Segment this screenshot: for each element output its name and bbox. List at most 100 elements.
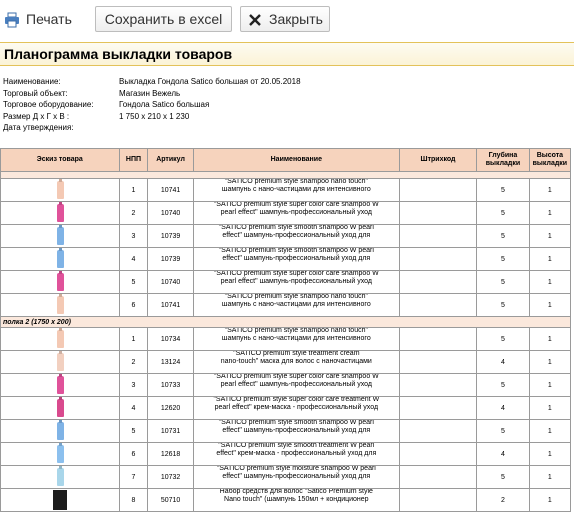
meta-label: Торговый объект: [3,88,68,98]
page-title: Планограмма выкладки товаров [4,46,233,62]
name-text: Набор средств для волос "Satico Premium … [194,488,398,510]
name-line-2: pearl effect" шампунь-профессиональный у… [220,209,373,216]
barcode-cell [398,373,478,397]
barcode-cell [398,178,478,202]
name-cell: "SATICO premium style super color care s… [192,373,400,397]
height-cell: 1 [528,350,572,374]
name-line-2: pearl effect" шампунь-профессиональный у… [220,278,373,285]
meta-label: Размер Д х Г х В : [3,111,70,121]
npp-cell: 4 [118,247,149,271]
name-line-1: "SATICO premium style shampoo nano touch… [224,178,368,186]
product-image [56,445,64,463]
height-cell: 1 [528,224,572,248]
depth-cell: 5 [476,327,530,351]
height-cell: 1 [528,488,572,512]
table-row: 1 10741 "SATICO premium style shampoo nano… [0,178,572,202]
name-text: "SATICO premium style super color care s… [194,375,398,395]
name-line-1: "SATICO premium style shampoo nano touch… [224,293,368,301]
barcode-cell [398,270,478,294]
height-cell: 1 [528,293,572,317]
name-line-1: "SATICO premium style super color care s… [213,270,379,278]
table-row: 6 10741 "SATICO premium style shampoo nano… [0,293,572,317]
npp-cell: 2 [118,201,149,225]
depth-cell: 5 [476,419,530,443]
product-image [52,490,67,510]
name-text: "SATICO premium style smooth shampoo W p… [194,421,398,441]
print-button[interactable]: Печать [0,6,82,32]
name-cell: "SATICO premium style smooth treatment W… [192,442,400,466]
shelf-header-row: полка 2 (1750 х 200) [0,316,571,328]
product-sketch-cell [0,178,120,202]
name-line-1: "SATICO premium style super color care t… [213,396,380,404]
print-label: Печать [26,11,72,27]
name-cell: "SATICO premium style treatment cream nan… [192,350,400,374]
printer-icon [4,11,20,28]
name-text: "SATICO premium style shampoo nano touch… [194,327,398,349]
product-image [56,399,64,417]
article-cell: 10740 [147,270,194,294]
product-sketch-cell [0,350,120,374]
product-sketch-cell [0,224,120,248]
article-cell: 10731 [147,419,194,443]
depth-cell: 4 [476,350,530,374]
column-header: Наименование [192,148,400,172]
barcode-cell [398,293,478,317]
toolbar: Печать Сохранить в excel Закрыть [0,0,582,40]
meta-row: Размер Д х Г х В : 1 750 х 210 х 1 230 [3,111,403,123]
scroll-edge [574,42,582,514]
article-cell: 10741 [147,293,194,317]
name-line-2: pearl effect" шампунь-профессиональный у… [220,381,373,388]
npp-cell: 5 [118,270,149,294]
table-row: 4 12620 "SATICO premium style super color … [0,396,572,420]
npp-cell: 8 [118,488,149,512]
barcode-cell [398,201,478,225]
name-line-1: Набор средств для волос "Satico Premium … [219,488,373,496]
column-header: Штрихкод [398,148,478,172]
meta-row: Дата утверждения: [3,122,403,134]
product-sketch-cell [0,419,120,443]
height-cell: 1 [528,270,572,294]
table-row: 7 10732 "SATICO premium style moisture sha… [0,465,572,489]
meta-value: Магазин Вежель [119,88,181,98]
column-header: Глубина выкладки [476,148,530,172]
depth-cell: 4 [476,442,530,466]
name-text: "SATICO premium style super color care s… [194,203,398,223]
name-cell: "SATICO premium style shampoo nano touch… [192,293,400,317]
name-cell: Набор средств для волос "Satico Premium … [192,488,400,512]
barcode-cell [398,488,478,512]
save-excel-button[interactable]: Сохранить в excel [95,6,232,32]
npp-cell: 7 [118,465,149,489]
name-text: "SATICO premium style moisture shampoo W… [194,467,398,487]
article-cell: 12620 [147,396,194,420]
name-cell: "SATICO premium style moisture shampoo W… [192,465,400,489]
name-cell: "SATICO premium style smooth shampoo W p… [192,247,400,271]
barcode-cell [398,396,478,420]
height-cell: 1 [528,419,572,443]
column-header: Эскиз товара [0,148,120,172]
name-text: "SATICO premium style super color care t… [194,396,398,418]
table-row: 1 10734 "SATICO premium style shampoo nano… [0,327,572,351]
name-line-2: шампунь с нано-частицами для интенсивног… [221,186,371,193]
name-line-1: "SATICO premium style smooth shampoo W p… [218,224,374,232]
name-line-1: "SATICO premium style treatment cream [233,350,360,358]
name-text: "SATICO premium style shampoo nano touch… [194,293,398,315]
product-sketch-cell [0,247,120,271]
depth-cell: 5 [476,465,530,489]
npp-cell: 2 [118,350,149,374]
name-cell: "SATICO premium style smooth shampoo W p… [192,419,400,443]
close-icon [247,11,263,27]
depth-cell: 5 [476,247,530,271]
name-text: "SATICO premium style shampoo nano touch… [194,178,398,200]
depth-cell: 5 [476,270,530,294]
report-sheet: Планограмма выкладки товаров Наименовани… [0,42,582,514]
planogram-table: Эскиз товара НПП Артикул Наименование Штрихк… [0,148,572,512]
name-text: "SATICO premium style smooth shampoo W p… [194,249,398,269]
name-line-1: "SATICO premium style shampoo nano touch… [224,327,368,335]
product-sketch-cell [0,396,120,420]
name-line-2: pearl effect" крем-маска - профессиональ… [214,404,379,411]
close-button[interactable]: Закрыть [240,6,330,32]
shelf-separator [0,171,571,179]
npp-cell: 3 [118,373,149,397]
height-cell: 1 [528,373,572,397]
shelf-separator-cell [0,171,571,179]
